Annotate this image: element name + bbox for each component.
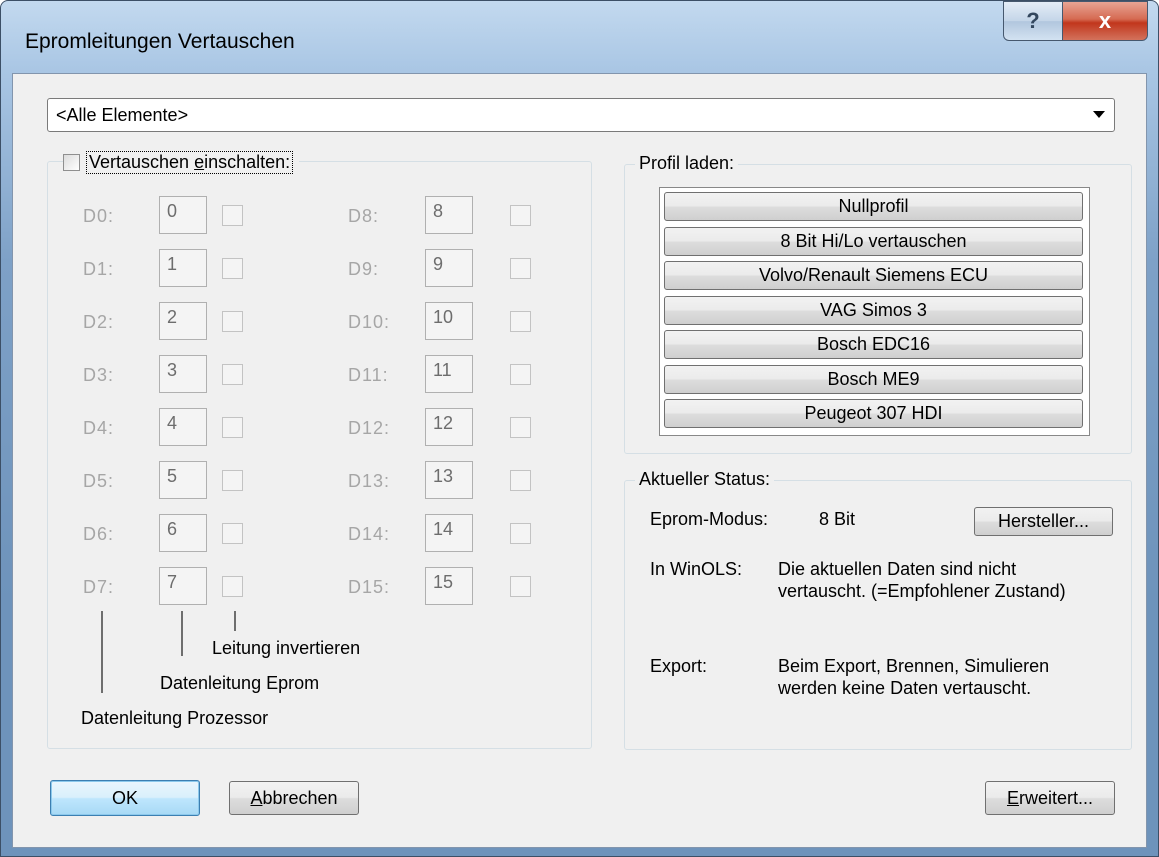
- invert-annotation: Leitung invertieren: [212, 638, 361, 658]
- profile-button[interactable]: Bosch EDC16: [664, 330, 1083, 359]
- pin-input[interactable]: 13: [425, 461, 473, 499]
- swap-enable-label[interactable]: Vertauschen einschalten:: [86, 151, 294, 174]
- pin-input[interactable]: 7: [159, 567, 207, 605]
- invert-indicator-line: [234, 611, 236, 631]
- dialog-window: Epromleitungen Vertauschen ? x <Alle Ele…: [0, 0, 1159, 857]
- pin-input[interactable]: 2: [159, 302, 207, 340]
- pin-label: D13:: [348, 471, 391, 491]
- pin-input[interactable]: 9: [425, 249, 473, 287]
- eprom-line-annotation: Datenleitung Eprom: [160, 673, 320, 693]
- export-status-line1: Beim Export, Brennen, Simulieren: [778, 656, 1050, 676]
- pin-label: D9:: [348, 259, 380, 279]
- pin-label: D4:: [83, 418, 115, 438]
- pin-label: D1:: [83, 259, 115, 279]
- pin-label: D14:: [348, 524, 391, 544]
- profile-group-title: Profil laden:: [635, 153, 739, 174]
- pin-input[interactable]: 14: [425, 514, 473, 552]
- status-group-title: Aktueller Status:: [635, 469, 775, 490]
- pin-input[interactable]: 1: [159, 249, 207, 287]
- advanced-button[interactable]: Erweitert...: [985, 781, 1115, 815]
- eprom-mode-label: Eprom-Modus:: [650, 509, 769, 529]
- chevron-down-icon[interactable]: [1093, 111, 1105, 118]
- window-title: Epromleitungen Vertauschen: [25, 30, 295, 53]
- pin-label: D2:: [83, 312, 115, 332]
- close-button[interactable]: x: [1062, 1, 1148, 41]
- element-dropdown-value: <Alle Elemente>: [56, 105, 189, 125]
- dialog-client-area: <Alle Elemente> Vertauschen einschalten:…: [12, 73, 1147, 848]
- pin-label: D0:: [83, 206, 115, 226]
- close-icon: x: [1098, 8, 1112, 33]
- profile-button[interactable]: Peugeot 307 HDI: [664, 399, 1083, 428]
- element-dropdown[interactable]: <Alle Elemente>: [47, 98, 1115, 132]
- eprom-indicator-line: [181, 611, 183, 656]
- swap-enable-row: Vertauschen einschalten:: [63, 151, 300, 174]
- pin-input[interactable]: 3: [159, 355, 207, 393]
- invert-checkbox[interactable]: [222, 523, 243, 544]
- pin-input[interactable]: 11: [425, 355, 473, 393]
- help-icon: ?: [1026, 8, 1040, 33]
- pin-input[interactable]: 5: [159, 461, 207, 499]
- invert-checkbox[interactable]: [510, 258, 531, 279]
- pin-input[interactable]: 0: [159, 196, 207, 234]
- processor-line-annotation: Datenleitung Prozessor: [81, 708, 269, 728]
- invert-checkbox[interactable]: [222, 205, 243, 226]
- pin-input[interactable]: 10: [425, 302, 473, 340]
- invert-checkbox[interactable]: [510, 205, 531, 226]
- profile-button[interactable]: Volvo/Renault Siemens ECU: [664, 261, 1083, 290]
- processor-indicator-line: [101, 611, 103, 693]
- invert-checkbox[interactable]: [222, 311, 243, 332]
- pin-label: D5:: [83, 471, 115, 491]
- ok-button[interactable]: OK: [50, 780, 200, 816]
- invert-checkbox[interactable]: [222, 417, 243, 438]
- profile-button[interactable]: Bosch ME9: [664, 364, 1083, 394]
- title-bar: Epromleitungen Vertauschen ? x: [1, 1, 1158, 71]
- invert-checkbox[interactable]: [222, 470, 243, 491]
- pin-label: D8:: [348, 206, 380, 226]
- profile-list: Nullprofil 8 Bit Hi/Lo vertauschen Volvo/R…: [659, 187, 1090, 436]
- pin-label: D7:: [83, 577, 115, 597]
- pin-input[interactable]: 4: [159, 408, 207, 446]
- export-status-line2: werden keine Daten vertauscht.: [778, 678, 1032, 698]
- pin-label: D11:: [348, 365, 389, 385]
- pin-input[interactable]: 12: [425, 408, 473, 446]
- pin-label: D3:: [83, 365, 115, 385]
- pin-input[interactable]: 15: [425, 567, 473, 605]
- winols-label: In WinOLS:: [650, 559, 743, 579]
- manufacturer-button[interactable]: Hersteller...: [974, 507, 1113, 536]
- pin-label: D12:: [348, 418, 391, 438]
- swap-lines-group: [47, 161, 592, 749]
- invert-checkbox[interactable]: [222, 258, 243, 279]
- invert-checkbox[interactable]: [510, 311, 531, 332]
- profile-button[interactable]: Nullprofil: [664, 192, 1083, 221]
- swap-enable-checkbox[interactable]: [63, 154, 80, 171]
- invert-checkbox[interactable]: [222, 576, 243, 597]
- profile-button[interactable]: VAG Simos 3: [664, 295, 1083, 325]
- cancel-button[interactable]: Abbrechen: [229, 781, 359, 815]
- pin-label: D10:: [348, 312, 391, 332]
- pin-input[interactable]: 6: [159, 514, 207, 552]
- export-label: Export:: [650, 656, 708, 676]
- invert-checkbox[interactable]: [510, 576, 531, 597]
- help-button[interactable]: ?: [1003, 1, 1063, 41]
- invert-checkbox[interactable]: [510, 470, 531, 491]
- pin-label: D15:: [348, 577, 391, 597]
- winols-status-line2: vertauscht. (=Empfohlener Zustand): [778, 581, 1066, 601]
- pin-label: D6:: [83, 524, 115, 544]
- invert-checkbox[interactable]: [510, 417, 531, 438]
- profile-button[interactable]: 8 Bit Hi/Lo vertauschen: [664, 226, 1083, 256]
- invert-checkbox[interactable]: [510, 364, 531, 385]
- invert-checkbox[interactable]: [222, 364, 243, 385]
- eprom-mode-value: 8 Bit: [819, 509, 856, 529]
- winols-status-line1: Die aktuellen Daten sind nicht: [778, 559, 1017, 579]
- invert-checkbox[interactable]: [510, 523, 531, 544]
- pin-input[interactable]: 8: [425, 196, 473, 234]
